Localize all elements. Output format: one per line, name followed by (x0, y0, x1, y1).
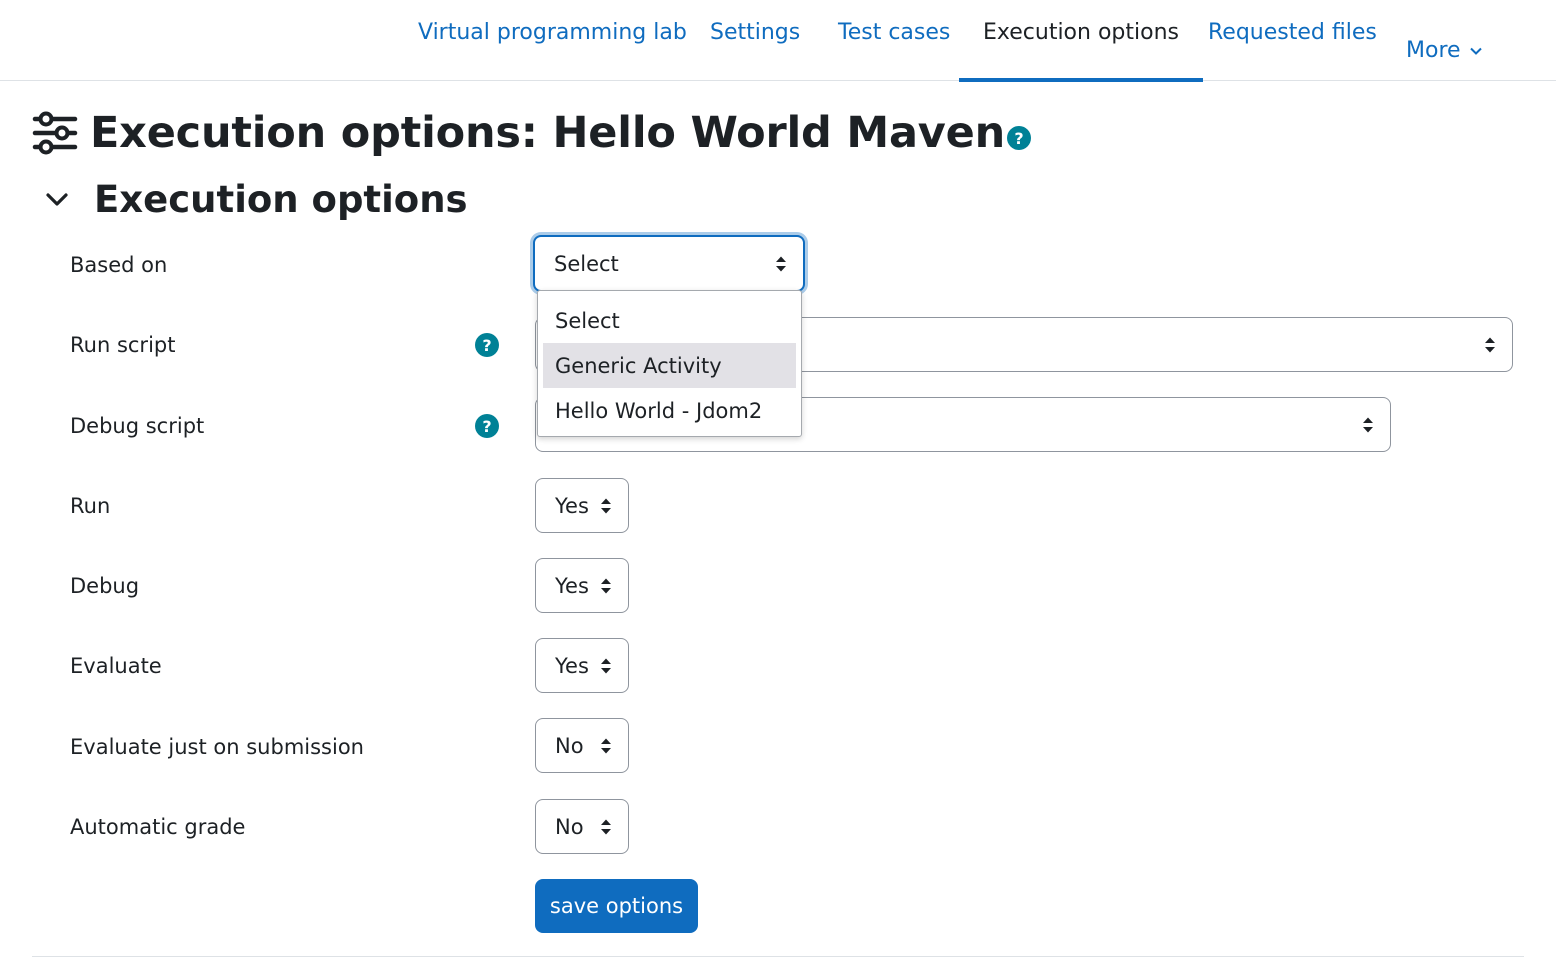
run-value: Yes (555, 493, 589, 518)
tab-virtual-programming-lab[interactable]: Virtual programming lab (418, 0, 687, 81)
evaluate-label: Evaluate (70, 654, 162, 678)
based-on-value: Select (554, 251, 619, 276)
help-icon[interactable]: ? (475, 333, 499, 357)
tab-execution-options[interactable]: Execution options (959, 0, 1203, 82)
debug-label: Debug (70, 574, 140, 598)
sort-arrows-icon (601, 498, 611, 513)
section-title: Execution options (94, 178, 468, 221)
sort-arrows-icon (601, 819, 611, 834)
automatic-grade-label: Automatic grade (70, 815, 246, 839)
sort-arrows-icon (601, 658, 611, 673)
based-on-label: Based on (70, 253, 168, 277)
automatic-grade-select[interactable]: No (535, 799, 629, 854)
sort-arrows-icon (601, 738, 611, 753)
tab-requested-files[interactable]: Requested files (1208, 0, 1377, 81)
run-script-label: Run script (70, 333, 176, 357)
help-icon[interactable]: ? (1007, 126, 1032, 150)
tab-more-label: More (1406, 38, 1461, 63)
sort-arrows-icon (1485, 337, 1495, 352)
tab-test-cases[interactable]: Test cases (838, 0, 950, 81)
dropdown-option-hello-world-jdom2[interactable]: Hello World - Jdom2 (543, 388, 796, 433)
chevron-down-icon (1469, 47, 1482, 55)
tab-more-menu[interactable]: More (1406, 0, 1483, 81)
sliders-icon (32, 111, 78, 155)
tab-execution-options-label: Execution options (983, 20, 1179, 45)
based-on-dropdown-list: Select Generic Activity Hello World - Jd… (537, 290, 802, 437)
page-title: Execution options: Hello World Maven (90, 108, 1006, 158)
evaluate-just-on-submission-select[interactable]: No (535, 718, 629, 773)
sort-arrows-icon (776, 256, 786, 271)
dropdown-option-select[interactable]: Select (543, 298, 796, 343)
evaluate-just-on-submission-label: Evaluate just on submission (70, 735, 364, 759)
debug-script-label: Debug script (70, 414, 205, 438)
evaluate-select[interactable]: Yes (535, 638, 629, 693)
dropdown-option-generic-activity[interactable]: Generic Activity (543, 343, 796, 388)
run-label: Run (70, 494, 111, 518)
evaluate-value: Yes (555, 653, 589, 678)
automatic-grade-value: No (555, 814, 584, 839)
sort-arrows-icon (1363, 417, 1373, 432)
chevron-down-icon[interactable] (40, 183, 74, 217)
active-tab-indicator (959, 78, 1203, 82)
save-options-button[interactable]: save options (535, 879, 698, 933)
help-icon[interactable]: ? (475, 414, 499, 438)
section-header: Execution options (40, 178, 468, 221)
tab-settings[interactable]: Settings (710, 0, 800, 81)
based-on-select[interactable]: Select (533, 235, 805, 292)
debug-value: Yes (555, 573, 589, 598)
debug-select[interactable]: Yes (535, 558, 629, 613)
run-select[interactable]: Yes (535, 478, 629, 533)
secondary-navigation: Virtual programming lab Settings Test ca… (0, 0, 1556, 82)
evaluate-just-on-submission-value: No (555, 733, 584, 758)
sort-arrows-icon (601, 578, 611, 593)
page-heading: Execution options: Hello World Maven ? (32, 108, 1032, 158)
divider (32, 956, 1524, 957)
